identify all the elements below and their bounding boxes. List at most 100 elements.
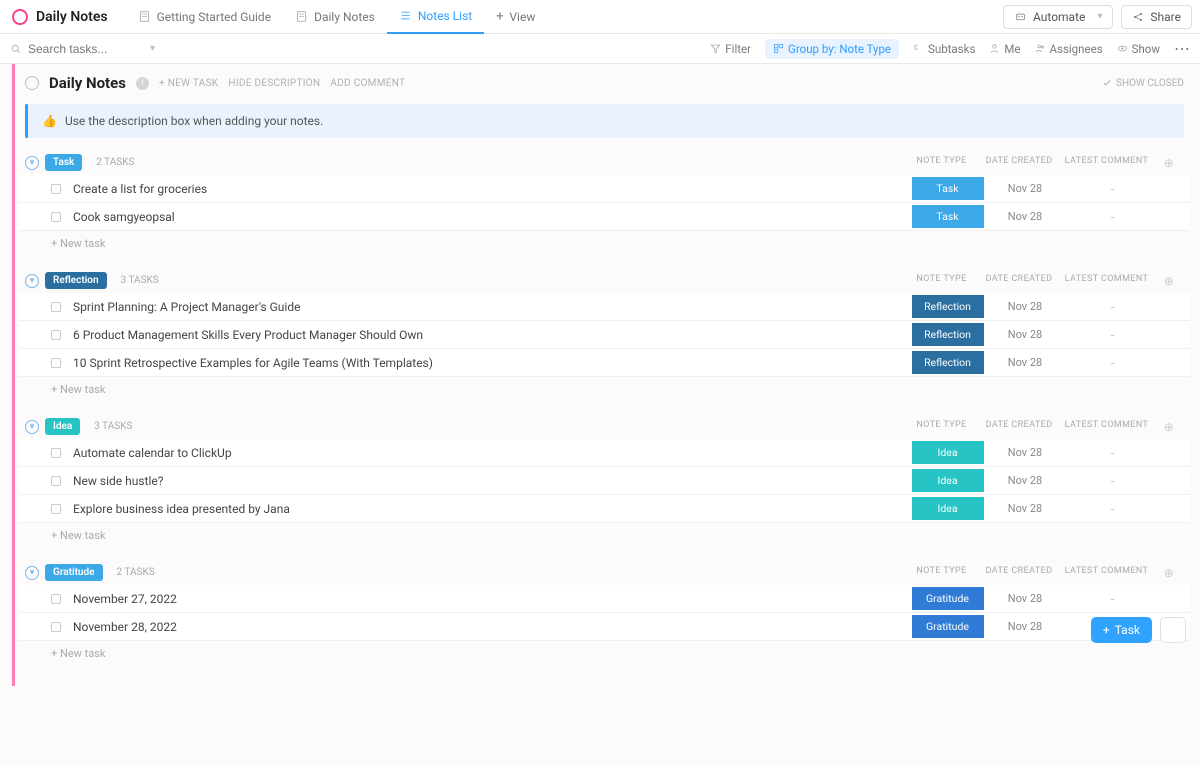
note-type-tag[interactable]: Idea xyxy=(912,497,984,520)
add-comment-button[interactable]: ADD COMMENT xyxy=(330,78,405,89)
subtask-icon xyxy=(913,43,924,54)
fab-apps[interactable] xyxy=(1160,617,1186,643)
group: ▾ Idea 3 TASKS NOTE TYPE DATE CREATED LA… xyxy=(19,414,1190,548)
task-row[interactable]: 10 Sprint Retrospective Examples for Agi… xyxy=(19,349,1190,377)
col-note-type: NOTE TYPE xyxy=(904,420,979,434)
task-row[interactable]: 6 Product Management Skills Every Produc… xyxy=(19,321,1190,349)
task-row[interactable]: New side hustle? Idea Nov 28 - xyxy=(19,467,1190,495)
tab-getting-started[interactable]: Getting Started Guide xyxy=(126,0,283,34)
me-label: Me xyxy=(1004,42,1020,56)
col-date-created: DATE CREATED xyxy=(979,156,1059,170)
checkbox[interactable] xyxy=(51,184,61,194)
checkbox[interactable] xyxy=(51,476,61,486)
note-type-tag[interactable]: Task xyxy=(912,205,984,228)
note-type-tag[interactable]: Idea xyxy=(912,469,984,492)
fab-area: + Task xyxy=(1091,617,1186,643)
fab-new-task[interactable]: + Task xyxy=(1091,617,1152,643)
chevron-down-icon[interactable]: ▾ xyxy=(150,43,155,54)
show-button[interactable]: Show xyxy=(1117,42,1160,56)
task-title: November 28, 2022 xyxy=(73,620,177,634)
checkbox[interactable] xyxy=(51,212,61,222)
group-badge[interactable]: Task xyxy=(45,154,82,171)
add-column-icon[interactable]: ⊕ xyxy=(1154,156,1184,170)
collapse-icon[interactable]: ▾ xyxy=(25,156,39,170)
share-label: Share xyxy=(1150,10,1181,24)
task-row[interactable]: November 27, 2022 Gratitude Nov 28 - xyxy=(19,585,1190,613)
new-task-row[interactable]: + New task xyxy=(19,377,1190,402)
apps-icon xyxy=(1168,625,1178,635)
tab-daily-notes[interactable]: Daily Notes xyxy=(283,0,387,34)
add-column-icon[interactable]: ⊕ xyxy=(1154,420,1184,434)
share-icon xyxy=(1132,11,1144,23)
note-type-tag[interactable]: Reflection xyxy=(912,351,984,374)
info-icon[interactable]: i xyxy=(136,77,149,90)
col-date-created: DATE CREATED xyxy=(979,566,1059,580)
note-type-tag[interactable]: Gratitude xyxy=(912,587,984,610)
automate-label: Automate xyxy=(1033,10,1085,24)
list-icon xyxy=(399,9,412,22)
collapse-icon[interactable]: ▾ xyxy=(25,420,39,434)
tab-notes-list[interactable]: Notes List xyxy=(387,0,484,34)
new-task-row[interactable]: + New task xyxy=(19,231,1190,256)
checkbox[interactable] xyxy=(51,330,61,340)
note-type-tag[interactable]: Idea xyxy=(912,441,984,464)
group-icon xyxy=(773,43,784,54)
assignees-button[interactable]: Assignees xyxy=(1035,42,1103,56)
new-task-row[interactable]: + New task xyxy=(19,641,1190,666)
show-closed-button[interactable]: SHOW CLOSED xyxy=(1102,78,1184,89)
group: ▾ Task 2 TASKS NOTE TYPE DATE CREATED LA… xyxy=(19,150,1190,256)
checkbox[interactable] xyxy=(51,302,61,312)
task-row[interactable]: November 28, 2022 Gratitude Nov 28 - xyxy=(19,613,1190,641)
search-input[interactable] xyxy=(28,42,138,56)
col-date-created: DATE CREATED xyxy=(979,420,1059,434)
task-row[interactable]: Explore business idea presented by Jana … xyxy=(19,495,1190,523)
date-created: Nov 28 xyxy=(985,620,1065,633)
date-created: Nov 28 xyxy=(985,592,1065,605)
latest-comment: - xyxy=(1065,210,1160,224)
note-type-tag[interactable]: Gratitude xyxy=(912,615,984,638)
checkbox[interactable] xyxy=(51,448,61,458)
task-row[interactable]: Create a list for groceries Task Nov 28 … xyxy=(19,175,1190,203)
group-badge[interactable]: Idea xyxy=(45,418,80,435)
workspace: Daily Notes i + NEW TASK HIDE DESCRIPTIO… xyxy=(0,64,1200,766)
latest-comment: - xyxy=(1065,474,1160,488)
checkbox[interactable] xyxy=(51,358,61,368)
share-button[interactable]: Share xyxy=(1121,5,1192,29)
collapse-icon[interactable]: ▾ xyxy=(25,274,39,288)
filter-label: Filter xyxy=(725,42,751,56)
status-circle-icon[interactable] xyxy=(25,76,39,90)
me-button[interactable]: Me xyxy=(989,42,1020,56)
new-task-button[interactable]: + NEW TASK xyxy=(159,78,218,89)
task-row[interactable]: Automate calendar to ClickUp Idea Nov 28… xyxy=(19,439,1190,467)
more-menu-icon[interactable]: ⋯ xyxy=(1174,41,1190,57)
note-type-tag[interactable]: Reflection xyxy=(912,323,984,346)
add-column-icon[interactable]: ⊕ xyxy=(1154,566,1184,580)
note-type-tag[interactable]: Reflection xyxy=(912,295,984,318)
add-column-icon[interactable]: ⊕ xyxy=(1154,274,1184,288)
hide-description-button[interactable]: HIDE DESCRIPTION xyxy=(228,78,320,89)
task-row[interactable]: Cook samgyeopsal Task Nov 28 - xyxy=(19,203,1190,231)
col-note-type: NOTE TYPE xyxy=(904,156,979,170)
note-type-tag[interactable]: Task xyxy=(912,177,984,200)
filter-button[interactable]: Filter xyxy=(710,42,751,56)
task-row[interactable]: Sprint Planning: A Project Manager's Gui… xyxy=(19,293,1190,321)
group-by-button[interactable]: Group by: Note Type xyxy=(765,39,899,59)
col-date-created: DATE CREATED xyxy=(979,274,1059,288)
group-header: ▾ Idea 3 TASKS NOTE TYPE DATE CREATED LA… xyxy=(19,414,1190,439)
checkbox[interactable] xyxy=(51,504,61,514)
filter-icon xyxy=(710,43,721,54)
collapse-icon[interactable]: ▾ xyxy=(25,566,39,580)
list-title: Daily Notes xyxy=(49,74,126,92)
check-icon xyxy=(1102,78,1112,88)
doc-icon xyxy=(138,10,151,23)
group-badge[interactable]: Gratitude xyxy=(45,564,103,581)
new-task-row[interactable]: + New task xyxy=(19,523,1190,548)
group-badge[interactable]: Reflection xyxy=(45,272,107,289)
subtasks-button[interactable]: Subtasks xyxy=(913,42,975,56)
automate-button[interactable]: Automate ▾ xyxy=(1003,5,1113,29)
task-title: New side hustle? xyxy=(73,474,163,488)
checkbox[interactable] xyxy=(51,622,61,632)
add-view-tab[interactable]: + View xyxy=(484,0,547,34)
people-icon xyxy=(1035,43,1046,54)
checkbox[interactable] xyxy=(51,594,61,604)
